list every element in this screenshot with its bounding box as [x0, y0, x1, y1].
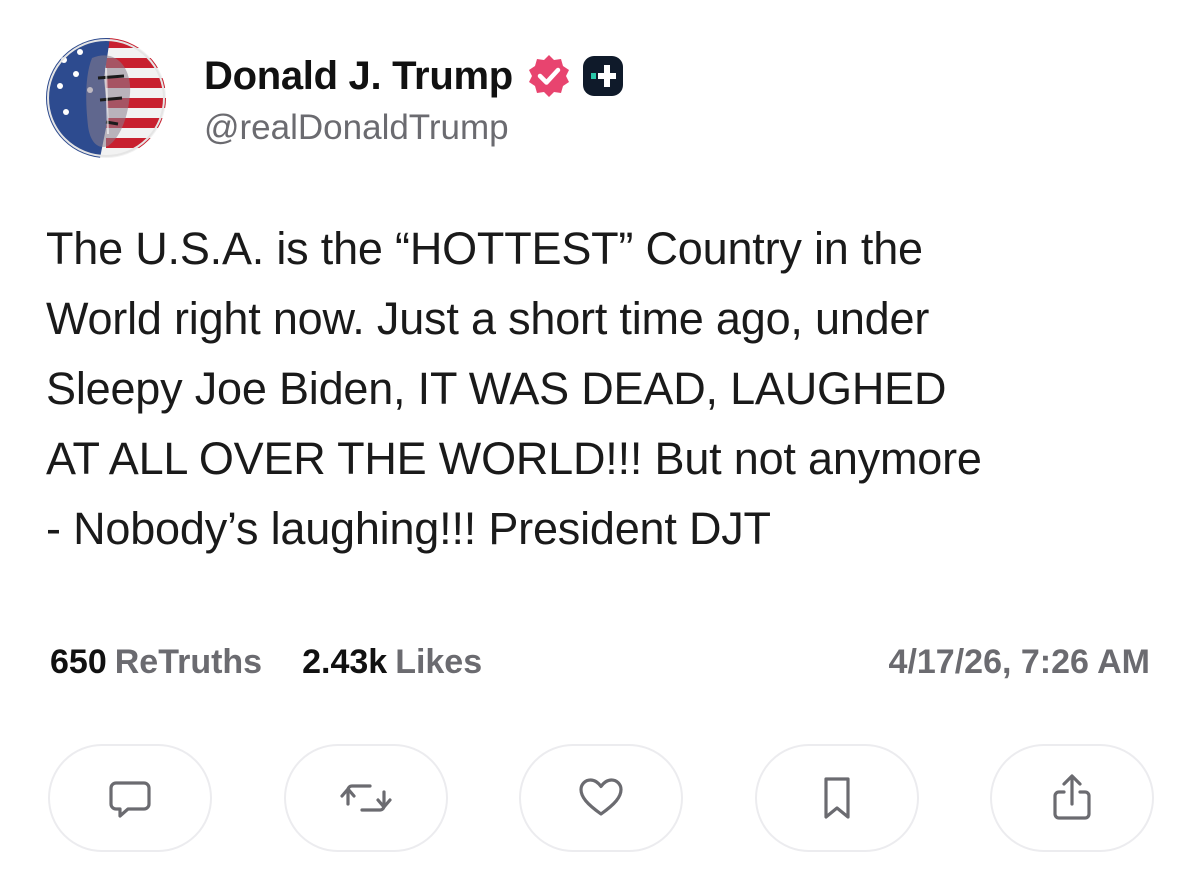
share-button[interactable]	[990, 744, 1154, 852]
action-bar	[48, 744, 1154, 854]
post-text: The U.S.A. is the “HOTTEST” Country in t…	[46, 223, 982, 554]
reply-button[interactable]	[48, 744, 212, 852]
like-icon	[577, 774, 625, 822]
retruth-icon	[339, 774, 392, 822]
verified-badge-icon	[525, 52, 573, 100]
retruth-button[interactable]	[283, 744, 448, 852]
bookmark-button[interactable]	[754, 744, 919, 852]
likes-stat[interactable]: 2.43k Likes	[302, 643, 482, 682]
reply-icon	[106, 774, 154, 822]
share-icon	[1048, 772, 1096, 824]
author-handle[interactable]: @realDonaldTrump	[204, 108, 623, 148]
retruths-label: ReTruths	[114, 642, 263, 681]
flag-portrait-avatar-icon	[46, 38, 166, 158]
bookmark-icon	[817, 774, 857, 822]
author-identity: Donald J. Trump @realDonaldTrump	[204, 48, 623, 148]
avatar[interactable]	[46, 38, 166, 158]
plus-badge-icon	[582, 56, 623, 96]
post-timestamp: 4/17/26, 7:26 AM	[888, 642, 1150, 681]
likes-count: 2.43k	[302, 642, 388, 681]
like-button[interactable]	[519, 744, 683, 852]
post-stats: 650 ReTruths 2.43k Likes 4/17/26, 7:26 A…	[50, 640, 1150, 684]
retruths-stat[interactable]: 650 ReTruths	[50, 643, 262, 682]
name-row: Donald J. Trump	[204, 48, 623, 104]
post-header: Donald J. Trump @realDonaldTrump	[46, 38, 623, 158]
display-name[interactable]: Donald J. Trump	[204, 54, 513, 99]
likes-label: Likes	[395, 642, 483, 681]
retruths-count: 650	[50, 642, 107, 681]
